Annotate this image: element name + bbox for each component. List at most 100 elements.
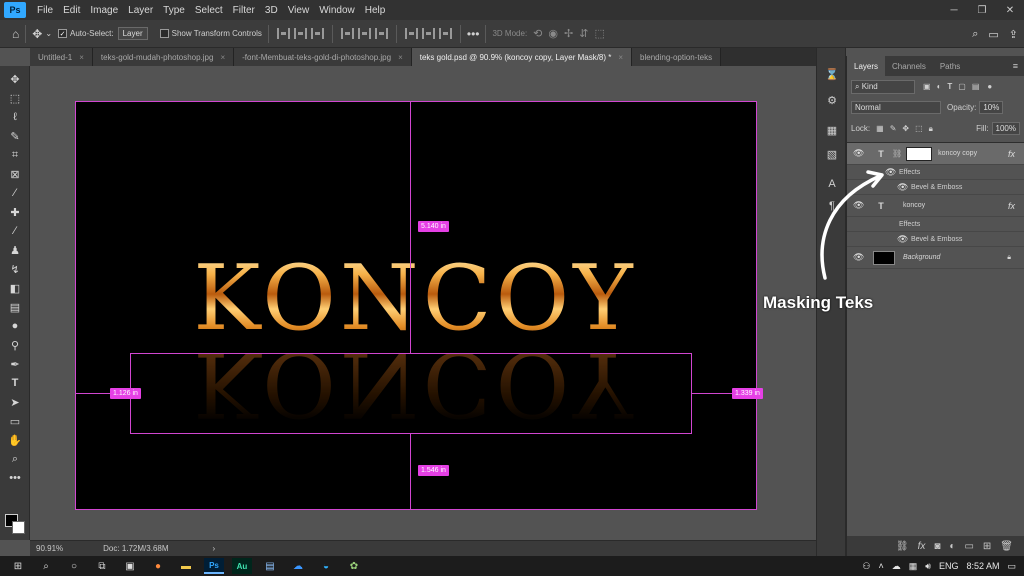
pen-tool-icon[interactable]: ✒ xyxy=(7,357,23,371)
filter-smart-icon[interactable]: ▤ xyxy=(972,82,980,91)
restore-icon[interactable]: ❐ xyxy=(968,0,996,20)
home-icon[interactable]: ⌂ xyxy=(12,27,19,41)
eye-icon[interactable]: 👁︎ xyxy=(897,182,909,193)
layer-filter-dropdown[interactable]: ⌕ Kind xyxy=(851,79,915,94)
search-icon[interactable]: ⌕ xyxy=(36,558,56,574)
explorer-icon[interactable]: ▬ xyxy=(176,558,196,574)
zoom-tool-icon[interactable]: ⌕ xyxy=(7,452,23,466)
tab-font-membuat[interactable]: -font-Membuat-teks-gold-di-photoshop.jpg… xyxy=(234,48,412,66)
tab-layers[interactable]: Layers xyxy=(847,56,886,76)
store-icon[interactable]: ▣ xyxy=(120,558,140,574)
fx-icon[interactable]: fx xyxy=(1008,149,1015,159)
language-indicator[interactable]: ENG xyxy=(939,561,959,571)
filter-pixel-icon[interactable]: ▣ xyxy=(923,82,931,91)
task-view-icon[interactable]: ⧉ xyxy=(92,558,112,574)
tab-blending-option[interactable]: blending-option-teks xyxy=(632,48,722,66)
more-options-icon[interactable]: ••• xyxy=(467,27,480,41)
people-icon[interactable]: ⚇ xyxy=(862,561,870,572)
menu-image[interactable]: Image xyxy=(85,5,123,16)
3d-slide-icon[interactable]: ⇵ xyxy=(579,27,588,40)
menu-layer[interactable]: Layer xyxy=(123,5,158,16)
network-icon[interactable]: ▦ xyxy=(909,561,918,572)
type-tool-icon[interactable]: T xyxy=(7,376,23,390)
chevron-down-icon[interactable]: ⌄ xyxy=(45,29,52,38)
move-tool-icon[interactable]: ✥ xyxy=(7,72,23,86)
add-mask-icon[interactable]: ◙ xyxy=(934,541,940,552)
adjustment-layer-icon[interactable]: ◐ xyxy=(949,541,955,552)
3d-orbit-icon[interactable]: ⟲ xyxy=(533,27,542,40)
eye-icon[interactable]: 👁︎ xyxy=(897,234,909,245)
fill-field[interactable]: 100% xyxy=(991,122,1020,135)
align-top-icon[interactable] xyxy=(340,28,354,39)
workspace-icon[interactable]: ▭ xyxy=(988,28,998,41)
zoom-level[interactable]: 90.91% xyxy=(36,544,63,553)
panel-menu-icon[interactable]: ≡ xyxy=(1013,61,1018,71)
tab-paths[interactable]: Paths xyxy=(933,56,967,76)
tab-untitled-1[interactable]: Untitled-1 × xyxy=(30,48,93,66)
notifications-icon[interactable]: ▭ xyxy=(1007,561,1016,572)
close-tab-icon[interactable]: × xyxy=(220,53,225,62)
distribute-center-icon[interactable] xyxy=(421,28,435,39)
hand-tool-icon[interactable]: ✋ xyxy=(7,433,23,447)
3d-pan-icon[interactable]: ✢ xyxy=(564,27,573,40)
menu-help[interactable]: Help xyxy=(360,5,391,16)
audition-taskbar-icon[interactable]: Au xyxy=(232,558,252,574)
fx-icon[interactable]: fx xyxy=(1008,201,1015,211)
more-tools-icon[interactable]: ••• xyxy=(7,471,23,485)
show-transform-checkbox[interactable] xyxy=(159,29,169,38)
quick-select-tool-icon[interactable]: ✎ xyxy=(7,129,23,143)
align-right-icon[interactable] xyxy=(310,28,324,39)
photoshop-taskbar-icon[interactable]: Ps xyxy=(204,558,224,574)
align-middle-icon[interactable] xyxy=(357,28,371,39)
adjustments-icon[interactable]: ▦ xyxy=(825,124,839,137)
history-brush-icon[interactable]: ↯ xyxy=(7,262,23,276)
cortana-icon[interactable]: ○ xyxy=(64,558,84,574)
properties-icon[interactable]: ⚙ xyxy=(825,94,839,107)
clock[interactable]: 8:52 AM xyxy=(966,561,999,571)
eye-icon[interactable]: 👁︎ xyxy=(853,148,865,159)
link-layers-icon[interactable]: ⛓︎ xyxy=(896,541,909,552)
auto-select-checkbox[interactable]: ✓ xyxy=(58,29,68,38)
menu-view[interactable]: View xyxy=(283,5,315,16)
eraser-tool-icon[interactable]: ◧ xyxy=(7,281,23,295)
lock-artboard-icon[interactable]: ⬚ xyxy=(915,124,923,133)
dodge-tool-icon[interactable]: ⚲ xyxy=(7,338,23,352)
edge-icon[interactable]: ◒ xyxy=(316,558,336,574)
lock-icon[interactable]: 🔒︎ xyxy=(1007,254,1011,262)
crop-tool-icon[interactable]: ⌗ xyxy=(7,148,23,162)
menu-filter[interactable]: Filter xyxy=(228,5,260,16)
windows-start-icon[interactable]: ⊞ xyxy=(8,558,28,574)
volume-icon[interactable]: 🔊︎ xyxy=(925,561,931,572)
blend-mode-dropdown[interactable]: Normal xyxy=(851,101,941,114)
filter-toggle-icon[interactable]: ● xyxy=(987,82,992,91)
healing-tool-icon[interactable]: ✚ xyxy=(7,205,23,219)
search-icon[interactable]: ⌕ xyxy=(972,28,978,41)
menu-select[interactable]: Select xyxy=(190,5,228,16)
status-menu-arrow[interactable]: › xyxy=(213,544,216,553)
firefox-icon[interactable]: ● xyxy=(148,558,168,574)
new-group-icon[interactable]: ▭ xyxy=(964,541,973,552)
libraries-icon[interactable]: ▧ xyxy=(825,148,839,161)
filter-type-icon[interactable]: T xyxy=(947,82,952,91)
minimize-icon[interactable]: ─ xyxy=(940,0,968,20)
close-tab-icon[interactable]: × xyxy=(618,53,623,62)
lasso-tool-icon[interactable]: ℓ xyxy=(7,110,23,124)
path-select-tool-icon[interactable]: ➤ xyxy=(7,395,23,409)
menu-3d[interactable]: 3D xyxy=(260,5,283,16)
link-icon[interactable]: ⛓︎ xyxy=(892,149,902,158)
align-left-icon[interactable] xyxy=(276,28,290,39)
lock-image-icon[interactable]: ✎ xyxy=(890,124,897,133)
align-center-icon[interactable] xyxy=(293,28,307,39)
gradient-tool-icon[interactable]: ▤ xyxy=(7,300,23,314)
brush-tool-icon[interactable]: ∕ xyxy=(7,224,23,238)
move-tool-icon[interactable]: ✥ xyxy=(32,27,42,41)
menu-file[interactable]: File xyxy=(32,5,58,16)
onedrive-icon[interactable]: ☁ xyxy=(288,558,308,574)
document-area[interactable]: KONCOY KONCOY 5.140 in 1.126 in 1.339 in… xyxy=(30,66,816,540)
distribute-bottom-icon[interactable] xyxy=(438,28,452,39)
menu-window[interactable]: Window xyxy=(314,5,360,16)
background-color-swatch[interactable] xyxy=(12,521,25,534)
3d-scale-icon[interactable]: ⬚ xyxy=(594,27,604,40)
layer-mask-thumbnail[interactable] xyxy=(906,146,933,161)
delete-layer-icon[interactable]: 🗑︎ xyxy=(1000,541,1013,552)
